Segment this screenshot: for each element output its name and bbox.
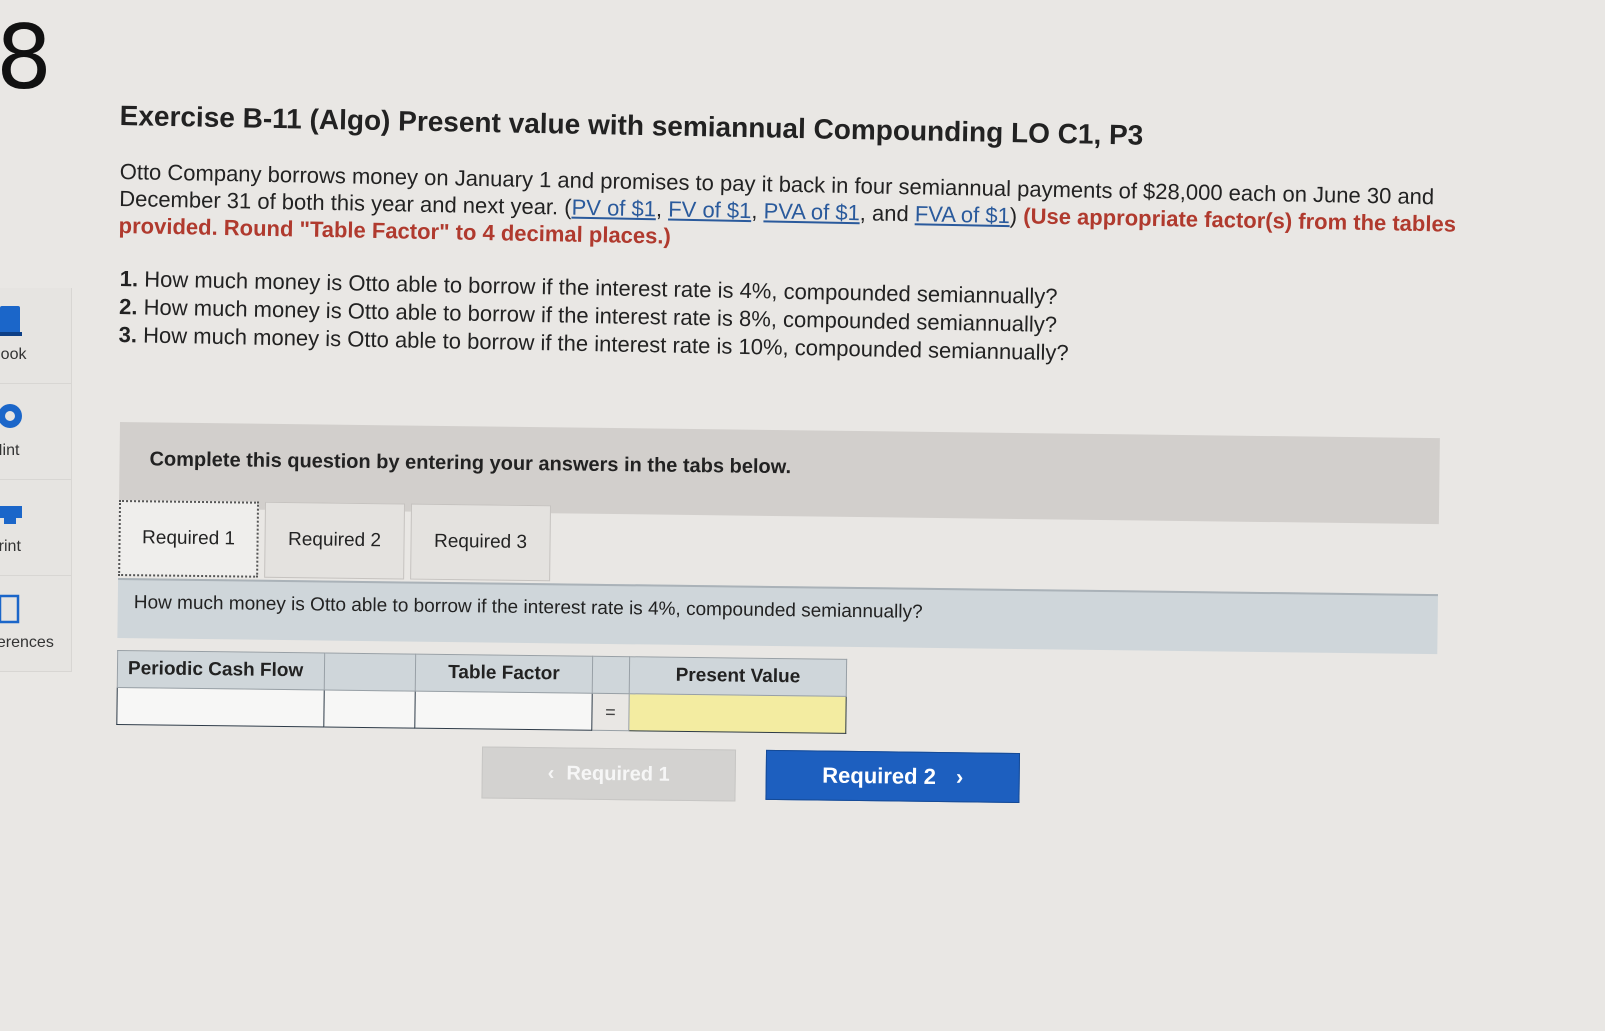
table-factor-cell [414, 691, 593, 731]
periodic-cash-flow-cell [116, 687, 325, 728]
present-value-input[interactable] [629, 695, 846, 732]
tab-required-1[interactable]: Required 1 [118, 499, 260, 578]
next-required-button[interactable]: Required 2 › [765, 749, 1021, 804]
sidebar-item-label: Book [0, 346, 27, 363]
equals-sign: = [591, 693, 630, 731]
link-pv-of-1[interactable]: PV of $1 [571, 195, 656, 222]
exercise-content: Exercise B-11 (Algo) Present value with … [118, 100, 1570, 365]
question-list: 1. How much money is Otto able to borrow… [118, 265, 1569, 377]
link-pva-of-1[interactable]: PVA of $1 [763, 198, 860, 225]
links-and: , and [859, 200, 916, 227]
link-fva-of-1[interactable]: FVA of $1 [915, 201, 1010, 228]
tab-required-3[interactable]: Required 3 [410, 503, 552, 582]
references-icon [0, 594, 22, 624]
hint-icon [0, 402, 22, 430]
answer-panel: Complete this question by entering your … [116, 422, 1440, 804]
book-icon [0, 306, 22, 336]
chevron-left-icon: ‹ [547, 761, 555, 784]
table-factor-input[interactable] [415, 692, 592, 729]
print-icon [0, 498, 22, 526]
question-number-label: 2. [118, 293, 138, 320]
question-number-label: 1. [119, 265, 139, 292]
header-blank [324, 653, 416, 692]
sidebar-item-book[interactable]: Book [0, 288, 72, 384]
sidebar: Book Hint Print References [0, 288, 72, 672]
blank-cell [323, 690, 416, 729]
answer-table: Periodic Cash Flow Table Factor Present … [116, 650, 847, 734]
problem-statement: Otto Company borrows money on January 1 … [118, 158, 1539, 266]
previous-required-button: ‹ Required 1 [481, 746, 737, 802]
links-close: ) [1009, 203, 1018, 229]
tab-required-2[interactable]: Required 2 [264, 501, 406, 580]
present-value-cell [628, 693, 847, 734]
question-number-label: 3. [118, 321, 138, 348]
chevron-right-icon: › [955, 764, 964, 790]
next-required-label: Required 2 [822, 762, 937, 789]
blank-input[interactable] [324, 691, 415, 727]
sidebar-item-label: Print [0, 538, 21, 555]
links-separator: , [655, 196, 669, 222]
exercise-title: Exercise B-11 (Algo) Present value with … [119, 100, 1144, 151]
sidebar-item-hint[interactable]: Hint [0, 384, 72, 480]
sidebar-item-references[interactable]: References [0, 576, 72, 672]
periodic-cash-flow-input[interactable] [117, 688, 324, 726]
sidebar-item-print[interactable]: Print [0, 480, 72, 576]
table-row: = [116, 687, 847, 734]
sidebar-item-label: Hint [0, 442, 20, 459]
sidebar-item-label: References [0, 634, 54, 651]
header-equals-spacer [592, 656, 630, 694]
header-table-factor: Table Factor [415, 654, 593, 694]
link-fv-of-1[interactable]: FV of $1 [668, 197, 752, 224]
question-number: 8 [0, 6, 52, 109]
links-separator: , [751, 198, 764, 224]
header-periodic-cash-flow: Periodic Cash Flow [117, 650, 325, 691]
previous-required-label: Required 1 [566, 761, 670, 786]
header-present-value: Present Value [629, 656, 847, 697]
